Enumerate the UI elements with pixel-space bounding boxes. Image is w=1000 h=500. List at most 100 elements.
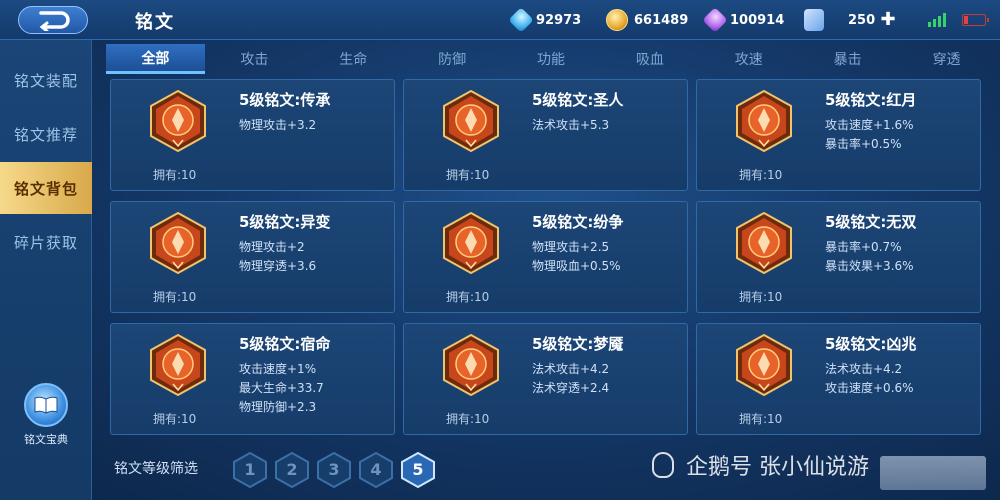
inscription-attribute: 法术穿透+2.4 — [532, 381, 610, 395]
gold-resource: 661489 — [606, 9, 688, 31]
inscription-attribute: 攻击速度+1.6% — [825, 118, 914, 132]
level-number: 5 — [412, 460, 424, 479]
inscription-card[interactable]: 5级铭文:凶兆 法术攻击+4.2 攻击速度+0.6% 拥有:10 — [696, 323, 981, 435]
level-2-button[interactable]: 2 — [274, 451, 310, 489]
tab-all[interactable]: 全部 — [106, 44, 205, 74]
codex-label: 铭文宝典 — [24, 433, 68, 446]
category-tabs: 全部 攻击 生命 防御 功能 吸血 攻速 暴击 穿透 — [106, 44, 996, 74]
penguin-icon — [652, 452, 674, 478]
tab-defense[interactable]: 防御 — [403, 44, 502, 74]
owned-count: 拥有:10 — [446, 412, 490, 426]
inscription-attribute: 物理攻击+3.2 — [239, 118, 317, 132]
owned-count: 拥有:10 — [739, 168, 783, 182]
owned-count: 拥有:10 — [739, 290, 783, 304]
inscription-emblem-icon — [442, 333, 500, 397]
tab-attack[interactable]: 攻击 — [205, 44, 304, 74]
sidebar: 铭文装配 铭文推荐 铭文背包 碎片获取 铭文宝典 — [0, 40, 92, 500]
inscription-name: 5级铭文:红月 — [825, 91, 917, 109]
inscription-attribute: 法术攻击+4.2 — [532, 362, 610, 376]
owned-count: 拥有:10 — [153, 168, 197, 182]
add-ticket-button[interactable]: ✚ — [878, 10, 898, 30]
tab-attack-speed[interactable]: 攻速 — [699, 44, 798, 74]
level-number: 2 — [286, 460, 298, 479]
codex-button[interactable]: 铭文宝典 — [10, 383, 82, 455]
inscription-attribute: 暴击效果+3.6% — [825, 259, 914, 273]
inscription-card[interactable]: 5级铭文:异变 物理攻击+2 物理穿透+3.6 拥有:10 — [110, 201, 395, 313]
inscription-attribute: 攻击速度+1% — [239, 362, 317, 376]
tab-lifesteal[interactable]: 吸血 — [600, 44, 699, 74]
watermark-text: 企鹅号 张小仙说游 — [686, 455, 869, 480]
page-title: 铭文 — [135, 12, 175, 33]
crystal-count: 92973 — [536, 12, 582, 28]
battery-icon — [962, 14, 989, 26]
owned-count: 拥有:10 — [153, 412, 197, 426]
tab-critical[interactable]: 暴击 — [798, 44, 897, 74]
inscription-emblem-icon — [149, 211, 207, 275]
inscription-card[interactable]: 5级铭文:宿命 攻击速度+1% 最大生命+33.7 物理防御+2.3 拥有:10 — [110, 323, 395, 435]
inscription-emblem-icon — [149, 89, 207, 153]
inscription-attribute: 法术攻击+4.2 — [825, 362, 903, 376]
inscription-attribute: 物理吸血+0.5% — [532, 259, 621, 273]
inscription-emblem-icon — [735, 211, 793, 275]
inscription-card[interactable]: 5级铭文:传承 物理攻击+3.2 拥有:10 — [110, 79, 395, 191]
watermark: 企鹅号 张小仙说游 — [652, 449, 869, 481]
inscription-emblem-icon — [442, 89, 500, 153]
sidebar-item-equip[interactable]: 铭文装配 — [0, 54, 92, 106]
inscription-name: 5级铭文:梦魇 — [532, 335, 624, 353]
inscription-name: 5级铭文:圣人 — [532, 91, 624, 109]
inscription-attribute: 最大生命+33.7 — [239, 381, 324, 395]
sidebar-item-backpack[interactable]: 铭文背包 — [0, 162, 92, 214]
inscription-attribute: 法术攻击+5.3 — [532, 118, 610, 132]
one-click-button[interactable] — [880, 456, 986, 490]
crystal-icon — [508, 7, 534, 33]
book-icon — [24, 383, 68, 427]
inscription-name: 5级铭文:异变 — [239, 213, 331, 231]
sidebar-item-recommend[interactable]: 铭文推荐 — [0, 108, 92, 160]
ticket-resource: 250 — [804, 9, 875, 31]
top-bar: 铭文 92973 661489 100914 250 ✚ — [0, 0, 1000, 40]
inscription-name: 5级铭文:无双 — [825, 213, 917, 231]
level-1-button[interactable]: 1 — [232, 451, 268, 489]
crystal-resource: 92973 — [508, 7, 582, 33]
inscription-card[interactable]: 5级铭文:红月 攻击速度+1.6% 暴击率+0.5% 拥有:10 — [696, 79, 981, 191]
inscription-card[interactable]: 5级铭文:圣人 法术攻击+5.3 拥有:10 — [403, 79, 688, 191]
level-filter-label: 铭文等级筛选 — [114, 461, 198, 477]
inscription-attribute: 物理穿透+3.6 — [239, 259, 317, 273]
gold-coin-icon — [606, 9, 628, 31]
inscription-emblem-icon — [442, 211, 500, 275]
inscription-grid: 5级铭文:传承 物理攻击+3.2 拥有:10 5级铭文:圣人 法术攻击+5.3 … — [110, 79, 990, 439]
signal-icon — [928, 13, 946, 27]
tab-function[interactable]: 功能 — [502, 44, 601, 74]
level-5-button[interactable]: 5 — [400, 451, 436, 489]
back-button[interactable] — [18, 6, 88, 34]
owned-count: 拥有:10 — [446, 290, 490, 304]
owned-count: 拥有:10 — [446, 168, 490, 182]
gem-count: 100914 — [730, 12, 785, 28]
inscription-attribute: 攻击速度+0.6% — [825, 381, 914, 395]
inscription-emblem-icon — [735, 333, 793, 397]
inscription-name: 5级铭文:纷争 — [532, 213, 624, 231]
inscription-emblem-icon — [149, 333, 207, 397]
inscription-attribute: 暴击率+0.5% — [825, 137, 902, 151]
inscription-attribute: 物理防御+2.3 — [239, 400, 317, 414]
tab-penetration[interactable]: 穿透 — [897, 44, 996, 74]
level-4-button[interactable]: 4 — [358, 451, 394, 489]
inscription-card[interactable]: 5级铭文:无双 暴击率+0.7% 暴击效果+3.6% 拥有:10 — [696, 201, 981, 313]
owned-count: 拥有:10 — [739, 412, 783, 426]
inscription-name: 5级铭文:凶兆 — [825, 335, 917, 353]
back-arrow-icon — [39, 11, 70, 31]
inscription-name: 5级铭文:宿命 — [239, 335, 331, 353]
gem-resource: 100914 — [702, 7, 785, 33]
tab-health[interactable]: 生命 — [304, 44, 403, 74]
level-number: 4 — [370, 460, 382, 479]
ticket-icon — [804, 9, 824, 31]
inscription-card[interactable]: 5级铭文:纷争 物理攻击+2.5 物理吸血+0.5% 拥有:10 — [403, 201, 688, 313]
inscription-name: 5级铭文:传承 — [239, 91, 331, 109]
level-number: 1 — [244, 460, 256, 479]
level-3-button[interactable]: 3 — [316, 451, 352, 489]
inscription-card[interactable]: 5级铭文:梦魇 法术攻击+4.2 法术穿透+2.4 拥有:10 — [403, 323, 688, 435]
owned-count: 拥有:10 — [153, 290, 197, 304]
inscription-emblem-icon — [735, 89, 793, 153]
sidebar-item-fragments[interactable]: 碎片获取 — [0, 216, 92, 268]
inscription-attribute: 暴击率+0.7% — [825, 240, 902, 254]
